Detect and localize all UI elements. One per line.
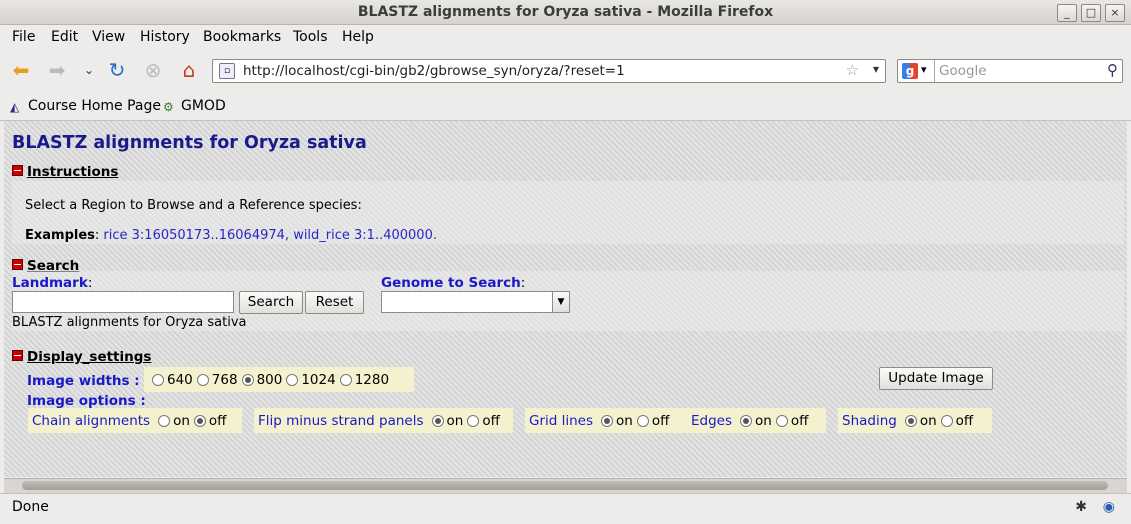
forward-icon[interactable]: ➡	[44, 58, 70, 82]
example-link-rice[interactable]: rice 3:16050173..16064974	[103, 228, 285, 243]
course-bookmark-icon: ◭	[10, 100, 20, 114]
bookmark-course-home[interactable]: Course Home Page	[28, 98, 161, 114]
status-text: Done	[12, 499, 49, 515]
menu-bar: File Edit View History Bookmarks Tools H…	[0, 25, 1131, 49]
maximize-button[interactable]: □	[1081, 4, 1101, 22]
search-placeholder[interactable]: Google	[939, 63, 987, 79]
close-window-button[interactable]: ×	[1105, 4, 1125, 22]
menu-help[interactable]: Help	[342, 29, 374, 45]
flip-minus-on-radio[interactable]	[431, 414, 444, 427]
grid-lines-off-radio[interactable]	[636, 414, 649, 427]
gmod-bookmark-icon: ⚙	[163, 100, 174, 114]
option-flip-minus-strand: Flip minus strand panels on off	[254, 408, 513, 433]
page-icon: ▫	[219, 63, 235, 79]
collapse-icon[interactable]	[12, 165, 23, 176]
search-description: BLASTZ alignments for Oryza sativa	[12, 315, 247, 330]
browser-window: BLASTZ alignments for Oryza sativa - Moz…	[0, 0, 1131, 524]
status-bar: Done ✱ ◉	[0, 493, 1131, 524]
instructions-toggle[interactable]: Instructions	[12, 164, 118, 180]
menu-view[interactable]: View	[92, 29, 125, 45]
window-title: BLASTZ alignments for Oryza sativa - Moz…	[357, 4, 774, 20]
url-bar[interactable]: ▫ http://localhost/cgi-bin/gb2/gbrowse_s…	[212, 59, 886, 83]
examples-line: Examples: rice 3:16050173..16064974, wil…	[25, 228, 437, 243]
image-widths-label: Image widths :	[27, 373, 140, 389]
page-content: BLASTZ alignments for Oryza sativa Instr…	[4, 121, 1127, 477]
width-radio-1280[interactable]	[339, 373, 352, 386]
navigation-toolbar: ⬅ ➡ ⌄ ↻ ⊗ ⌂ ▫ http://localhost/cgi-bin/g…	[0, 50, 1131, 90]
reload-icon[interactable]: ↻	[104, 58, 130, 82]
horizontal-scrollbar[interactable]	[4, 478, 1127, 493]
reset-button[interactable]: Reset	[305, 291, 364, 314]
display-settings-toggle[interactable]: Display_settings	[12, 349, 151, 365]
minimize-button[interactable]: _	[1057, 4, 1077, 22]
menu-history[interactable]: History	[140, 29, 190, 45]
instructions-text: Select a Region to Browse and a Referenc…	[25, 198, 362, 213]
landmark-input[interactable]	[12, 291, 234, 313]
option-edges: Edges on off	[687, 408, 826, 433]
stop-icon[interactable]: ⊗	[140, 58, 166, 82]
dropdown-arrow-icon[interactable]: ▼	[552, 292, 569, 312]
width-radio-800[interactable]	[241, 373, 254, 386]
history-dropdown-icon[interactable]: ⌄	[76, 58, 102, 82]
addon-icon[interactable]: ◉	[1103, 499, 1115, 515]
chain-alignments-off-radio[interactable]	[193, 414, 206, 427]
width-radio-640[interactable]	[152, 373, 164, 386]
search-bar[interactable]: g ▾ Google ⚲	[897, 59, 1123, 83]
url-text[interactable]: http://localhost/cgi-bin/gb2/gbrowse_syn…	[243, 63, 625, 79]
menu-edit[interactable]: Edit	[51, 29, 78, 45]
width-radio-1024[interactable]	[286, 373, 299, 386]
menu-bookmarks[interactable]: Bookmarks	[203, 29, 281, 45]
bookmark-gmod[interactable]: GMOD	[181, 98, 226, 114]
option-shading: Shading on off	[838, 408, 992, 433]
search-icon[interactable]: ⚲	[1107, 61, 1118, 79]
collapse-icon[interactable]	[12, 259, 23, 270]
image-options-label: Image options :	[27, 393, 146, 409]
bug-icon[interactable]: ✱	[1075, 499, 1087, 515]
edges-on-radio[interactable]	[740, 414, 753, 427]
example-link-wild-rice[interactable]: wild_rice 3:1..400000	[293, 228, 433, 243]
width-radio-768[interactable]	[196, 373, 209, 386]
landmark-label: Landmark:	[12, 275, 93, 291]
image-widths-group: 640 768 800 1024 1280	[144, 367, 414, 392]
engine-dropdown-icon[interactable]: ▾	[921, 63, 927, 76]
search-button[interactable]: Search	[239, 291, 303, 314]
page-title: BLASTZ alignments for Oryza sativa	[12, 133, 367, 153]
menu-file[interactable]: File	[12, 29, 35, 45]
chain-alignments-on-radio[interactable]	[158, 414, 171, 427]
shading-on-radio[interactable]	[904, 414, 917, 427]
home-icon[interactable]: ⌂	[176, 58, 202, 82]
option-grid-lines: Grid lines on off	[525, 408, 687, 433]
option-chain-alignments: Chain alignments on off	[28, 408, 242, 433]
genome-select[interactable]: ▼	[381, 291, 570, 313]
flip-minus-off-radio[interactable]	[467, 414, 480, 427]
google-engine-icon[interactable]: g	[902, 63, 918, 79]
url-dropdown-icon[interactable]: ▾	[873, 62, 879, 76]
update-image-button[interactable]: Update Image	[879, 367, 993, 390]
title-bar: BLASTZ alignments for Oryza sativa - Moz…	[0, 0, 1131, 25]
genome-label: Genome to Search:	[381, 275, 526, 291]
back-icon[interactable]: ⬅	[8, 58, 34, 82]
grid-lines-on-radio[interactable]	[601, 414, 614, 427]
menu-tools[interactable]: Tools	[293, 29, 328, 45]
collapse-icon[interactable]	[12, 350, 23, 361]
bookmark-star-icon[interactable]: ☆	[846, 61, 859, 79]
shading-off-radio[interactable]	[940, 414, 953, 427]
scrollbar-thumb[interactable]	[22, 481, 1108, 490]
bookmarks-toolbar: ◭ Course Home Page ⚙ GMOD	[0, 92, 1131, 121]
edges-off-radio[interactable]	[775, 414, 788, 427]
